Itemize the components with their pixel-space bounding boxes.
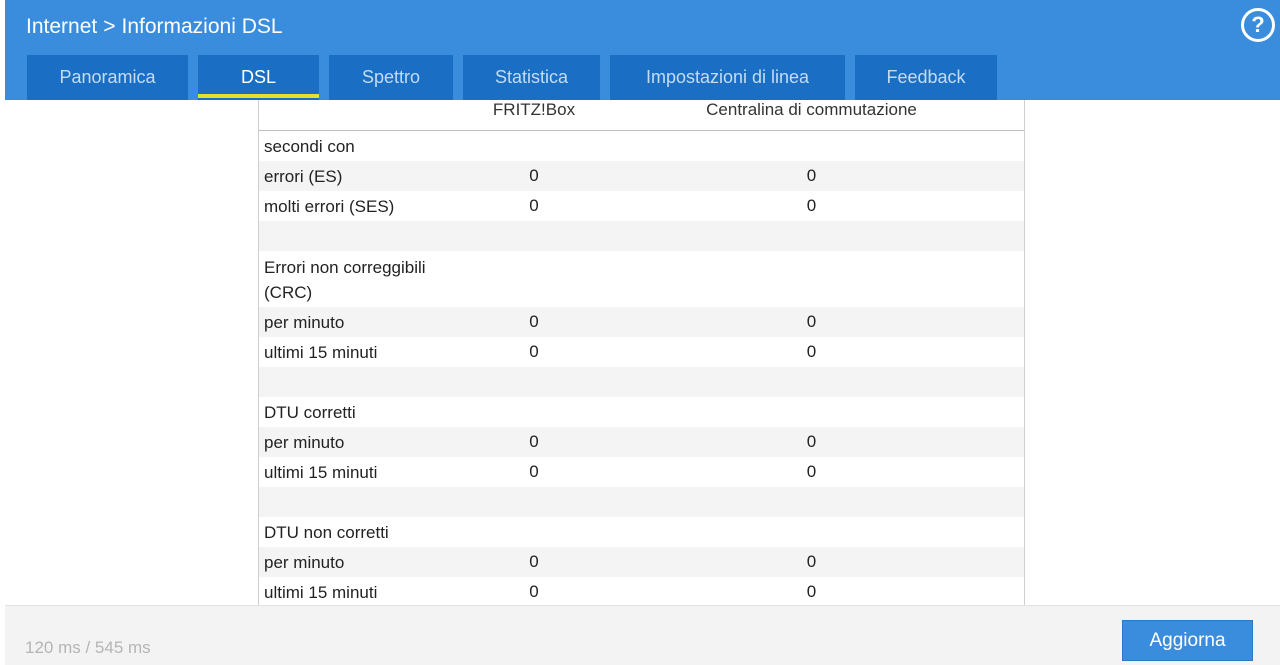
table-row: per minuto 0 0 — [259, 427, 1024, 457]
dsl-error-table: FRITZ!Box Centralina di commutazione sec… — [258, 100, 1025, 605]
footer: 120 ms / 545 ms Aggiorna — [5, 605, 1280, 665]
breadcrumb-internet[interactable]: Internet — [26, 15, 97, 39]
row-label: Errori non correggibili (CRC) — [264, 258, 426, 302]
table-row — [259, 367, 1024, 397]
tab-impostazioni-di-linea[interactable]: Impostazioni di linea — [610, 55, 845, 100]
table-row: Errori non correggibili (CRC) — [259, 251, 1024, 307]
fritzbox-value: 0 — [529, 582, 539, 601]
tab-bar: Panoramica DSL Spettro Statistica Impost… — [27, 55, 997, 100]
table-row: DTU corretti — [259, 397, 1024, 427]
centralina-value: 0 — [806, 312, 817, 331]
table-row — [259, 487, 1024, 517]
header-fritzbox: FRITZ!Box — [492, 100, 576, 119]
tab-dsl[interactable]: DSL — [198, 55, 319, 100]
row-label: ultimi 15 minuti — [264, 342, 378, 362]
fritzbox-value: 0 — [529, 342, 539, 361]
refresh-button[interactable]: Aggiorna — [1122, 620, 1253, 661]
breadcrumb: Internet > Informazioni DSL — [26, 13, 283, 41]
table-row: secondi con — [259, 131, 1024, 161]
fritzbox-value: 0 — [529, 312, 539, 331]
header-label-column — [259, 100, 469, 130]
row-label: ultimi 15 minuti — [264, 582, 378, 602]
centralina-value: 0 — [806, 582, 817, 601]
fritzbox-value: 0 — [529, 552, 539, 571]
tab-feedback[interactable]: Feedback — [855, 55, 997, 100]
row-label: errori (ES) — [264, 166, 343, 186]
row-label: ultimi 15 minuti — [264, 462, 378, 482]
centralina-value: 0 — [806, 432, 817, 451]
breadcrumb-separator-icon: > — [103, 15, 116, 38]
header: Internet > Informazioni DSL ? Panoramica… — [5, 0, 1280, 100]
tab-panoramica[interactable]: Panoramica — [27, 55, 188, 100]
table-row: DTU non corretti — [259, 517, 1024, 547]
row-label: DTU non corretti — [264, 522, 389, 542]
table-row: molti errori (SES) 0 0 — [259, 191, 1024, 221]
tab-statistica[interactable]: Statistica — [463, 55, 600, 100]
centralina-value: 0 — [806, 342, 817, 361]
timing-text: 120 ms / 545 ms — [25, 638, 151, 657]
fritzbox-value: 0 — [529, 462, 539, 481]
fritzbox-value: 0 — [529, 432, 539, 451]
help-icon[interactable]: ? — [1241, 8, 1275, 42]
row-label: secondi con — [264, 136, 355, 156]
main-content[interactable]: FRITZ!Box Centralina di commutazione sec… — [0, 100, 1280, 605]
table-body: secondi con errori (ES) 0 0 molti errori (SE… — [259, 131, 1024, 605]
tab-spettro[interactable]: Spettro — [329, 55, 453, 100]
fritzbox-value: 0 — [529, 166, 539, 185]
centralina-value: 0 — [806, 462, 817, 481]
centralina-value: 0 — [806, 552, 817, 571]
app-frame: Internet > Informazioni DSL ? Panoramica… — [0, 0, 1280, 665]
table-row: ultimi 15 minuti 0 0 — [259, 457, 1024, 487]
table-header: FRITZ!Box Centralina di commutazione — [259, 100, 1024, 131]
row-label: per minuto — [264, 552, 345, 572]
row-label: per minuto — [264, 312, 345, 332]
centralina-value: 0 — [806, 166, 817, 185]
table-row — [259, 221, 1024, 251]
table-row: errori (ES) 0 0 — [259, 161, 1024, 191]
fritzbox-value: 0 — [529, 196, 539, 215]
table-row: ultimi 15 minuti 0 0 — [259, 337, 1024, 367]
centralina-value: 0 — [806, 196, 817, 215]
row-label: molti errori (SES) — [264, 196, 395, 216]
row-label: DTU corretti — [264, 402, 356, 422]
table-row: per minuto 0 0 — [259, 547, 1024, 577]
table-row: ultimi 15 minuti 0 0 — [259, 577, 1024, 605]
header-centralina: Centralina di commutazione — [706, 100, 917, 119]
table-row: per minuto 0 0 — [259, 307, 1024, 337]
row-label: per minuto — [264, 432, 345, 452]
page-title: Informazioni DSL — [121, 15, 283, 38]
